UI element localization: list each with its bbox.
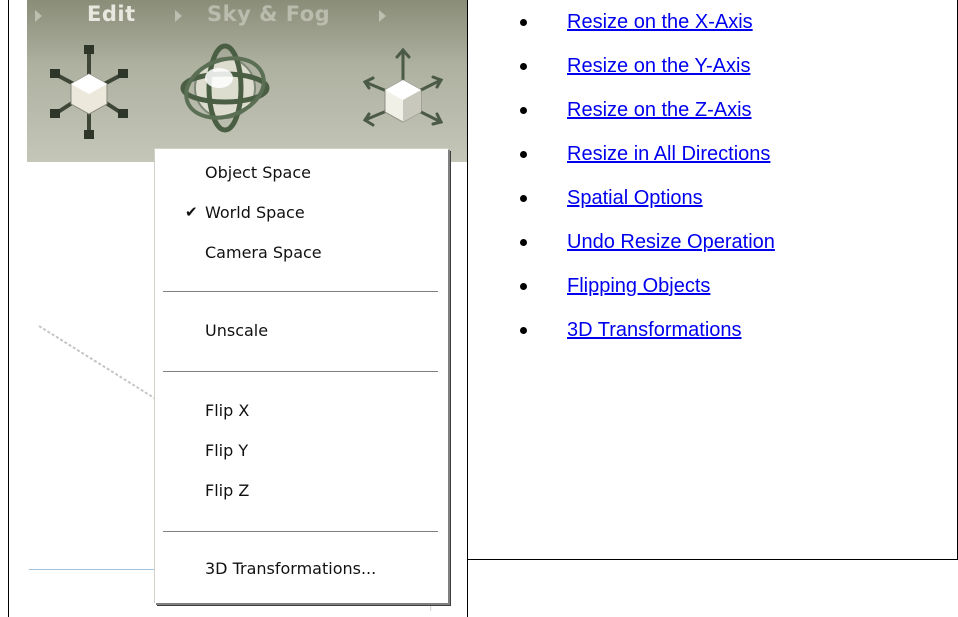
link-resize-all-directions[interactable]: Resize in All Directions [567,143,770,166]
link-resize-z-axis[interactable]: Resize on the Z-Axis [567,99,752,122]
bullet-icon [520,107,527,114]
link-3d-transformations[interactable]: 3D Transformations [567,319,742,342]
menu-item-world-space[interactable]: World Space [205,203,305,222]
tab-sky-fog[interactable]: Sky & Fog [207,2,330,26]
menu-item-3d-transformations[interactable]: 3D Transformations... [205,559,376,578]
bullet-icon [520,63,527,70]
rotate-sphere-icon[interactable] [177,30,273,140]
link-flipping-objects[interactable]: Flipping Objects [567,275,710,298]
link-spatial-options[interactable]: Spatial Options [567,187,703,210]
tab-edit[interactable]: Edit [87,2,136,26]
check-icon: ✔ [185,203,198,221]
table-border-bottom [467,559,958,560]
scale-cube-icon[interactable] [47,42,131,142]
context-menu: Object Space ✔ World Space Camera Space … [154,148,448,603]
menu-separator [163,371,438,373]
bullet-icon [520,195,527,202]
bullet-icon [520,283,527,290]
bullet-icon [520,239,527,246]
menu-item-unscale[interactable]: Unscale [205,321,268,340]
tool-panel: Edit Sky & Fog [27,0,467,162]
link-undo-resize[interactable]: Undo Resize Operation [567,231,775,254]
menu-item-flip-y[interactable]: Flip Y [205,441,248,460]
application-screenshot: Edit Sky & Fog ı Object Space ✔ World Sp… [9,0,467,617]
chevron-right-icon [175,10,182,22]
chevron-right-icon [379,10,386,22]
menu-item-flip-z[interactable]: Flip Z [205,481,249,500]
bullet-icon [520,151,527,158]
menu-item-object-space[interactable]: Object Space [205,163,311,182]
bullet-icon [520,327,527,334]
menu-separator [163,291,438,293]
move-cube-icon[interactable] [357,44,449,144]
chevron-right-icon [35,10,42,22]
bullet-icon [520,19,527,26]
viewport-guide-line [38,325,159,402]
table-border-middle [467,0,468,617]
link-resize-x-axis[interactable]: Resize on the X-Axis [567,11,753,34]
menu-item-flip-x[interactable]: Flip X [205,401,249,420]
link-resize-y-axis[interactable]: Resize on the Y-Axis [567,55,750,78]
menu-item-camera-space[interactable]: Camera Space [205,243,322,262]
menu-separator [163,531,438,533]
